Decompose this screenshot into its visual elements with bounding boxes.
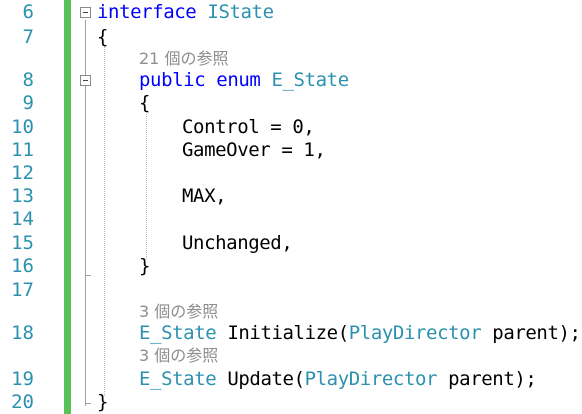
type-name: E_State [271, 69, 349, 91]
code-line-18: E_State Initialize(PlayDirector parent); [139, 322, 581, 344]
code-line-11: GameOver = 1, [182, 139, 326, 161]
code-line-19: E_State Update(PlayDirector parent); [139, 368, 537, 390]
code-line-20: } [97, 391, 108, 413]
paren: ( [337, 322, 349, 344]
indent-guide [104, 46, 105, 396]
type-name: E_State [139, 368, 217, 390]
keyword: interface [97, 1, 197, 23]
paren: ( [293, 368, 305, 390]
line-number: 19 [11, 368, 34, 390]
brace: } [97, 391, 109, 413]
line-number: 10 [11, 116, 34, 138]
codelens-references[interactable]: 3 個の参照 [139, 302, 218, 322]
keyword: public [139, 69, 206, 91]
type-name: PlayDirector [304, 368, 438, 390]
line-number: 8 [22, 69, 34, 91]
line-number: 7 [22, 26, 34, 48]
line-number: 15 [11, 232, 34, 254]
brace: { [97, 26, 109, 48]
line-number: 16 [11, 255, 34, 277]
line-number: 6 [22, 1, 34, 23]
line-number: 17 [11, 279, 34, 301]
code-line-13: MAX, [182, 185, 227, 207]
outline-end-tick [85, 275, 91, 276]
param-name: parent [492, 322, 559, 344]
line-number: 12 [11, 162, 34, 184]
code-line-8: public enum E_State [139, 69, 349, 91]
param-name: parent [448, 368, 515, 390]
type-name: PlayDirector [348, 322, 482, 344]
method-name: Update [227, 368, 294, 390]
line-number: 13 [11, 185, 34, 207]
collapse-icon[interactable] [80, 7, 91, 18]
code-line-15: Unchanged, [182, 232, 293, 254]
keyword: enum [216, 69, 261, 91]
code-line-10: Control = 0, [182, 116, 315, 138]
line-number: 20 [11, 391, 34, 413]
collapse-icon[interactable] [80, 75, 91, 86]
change-tracking-bar [64, 0, 71, 414]
line-number: 11 [11, 139, 34, 161]
line-number: 18 [11, 322, 34, 344]
brace: { [139, 92, 151, 114]
code-line-7: { [97, 26, 108, 48]
outline-end-tick [85, 403, 91, 404]
paren: ); [558, 322, 581, 344]
method-name: Initialize [227, 322, 338, 344]
code-line-16: } [139, 255, 150, 277]
brace: } [139, 255, 151, 277]
paren: ); [514, 368, 537, 390]
line-number: 9 [22, 92, 34, 114]
line-number: 14 [11, 208, 34, 230]
codelens-references[interactable]: 21 個の参照 [139, 49, 228, 69]
type-name: E_State [139, 322, 217, 344]
indent-guide [146, 114, 147, 259]
type-name: IState [207, 1, 274, 23]
code-line-9: { [139, 92, 150, 114]
line-number-gutter: 6 7 8 9 10 11 12 13 14 15 16 17 18 19 20 [0, 0, 60, 414]
codelens-references[interactable]: 3 個の参照 [139, 346, 218, 366]
code-line-6: interface IState [97, 1, 274, 23]
